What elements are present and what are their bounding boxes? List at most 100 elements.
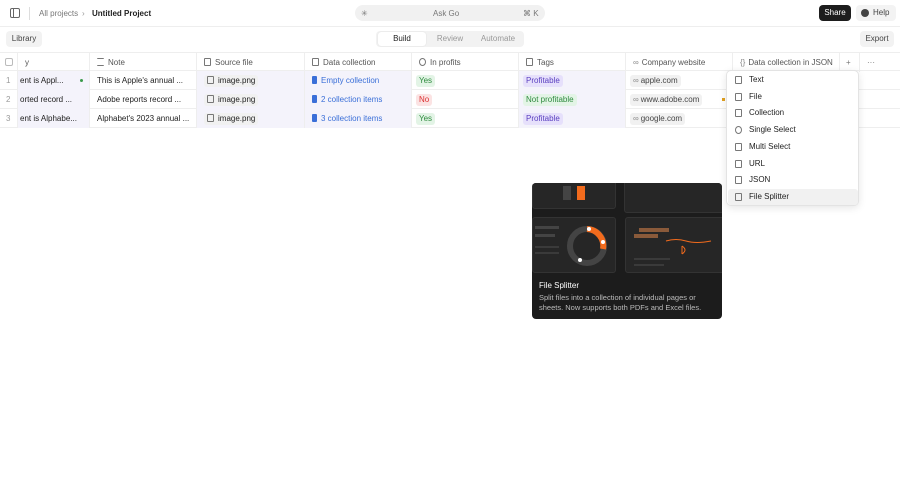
file-name: image.png — [218, 114, 256, 123]
collection-icon — [312, 58, 319, 66]
menu-item-json[interactable]: JSON — [728, 172, 858, 188]
name-cell[interactable]: ent is Appl... — [18, 71, 90, 90]
tags-cell[interactable]: Profitable — [519, 71, 626, 90]
help-label: Help — [873, 8, 890, 17]
header-label: Note — [108, 58, 125, 67]
menu-item-single-select[interactable]: Single Select — [728, 122, 858, 138]
column-header-tags[interactable]: Tags — [519, 53, 626, 72]
json-icon: {} — [740, 58, 746, 67]
menu-item-label: Text — [749, 75, 764, 84]
menu-item-file-splitter[interactable]: File Splitter — [728, 188, 858, 205]
data-collection-cell[interactable]: 3 collection items — [305, 109, 412, 128]
sidebar-toggle-icon[interactable] — [10, 8, 20, 18]
menu-item-multi-select[interactable]: Multi Select — [728, 139, 858, 155]
tag-badge: Profitable — [523, 113, 563, 125]
data-collection-cell[interactable]: Empty collection — [305, 71, 412, 90]
column-header-name[interactable]: y — [18, 53, 90, 72]
collection-icon — [312, 76, 317, 84]
select-all-checkbox[interactable] — [0, 53, 18, 72]
file-splitter-icon — [735, 192, 742, 201]
cell-text: orted record ... — [20, 95, 73, 104]
website-link[interactable]: www.adobe.com — [641, 95, 700, 104]
menu-item-label: Collection — [749, 108, 785, 118]
note-cell[interactable]: Adobe reports record ... — [90, 90, 197, 109]
link-icon: ∞ — [633, 114, 639, 123]
library-button[interactable]: Library — [6, 31, 42, 47]
mode-tabs: Build Review Automate — [376, 31, 524, 47]
file-name: image.png — [218, 95, 256, 104]
profit-badge: Yes — [416, 75, 436, 87]
note-cell[interactable]: Alphabet's 2023 annual ... — [90, 109, 197, 128]
company-website-cell[interactable]: ∞ www.adobe.com — [626, 90, 733, 109]
help-icon — [861, 9, 869, 17]
source-file-cell[interactable]: image.png — [197, 90, 305, 109]
collection-icon — [312, 114, 317, 122]
more-options-icon[interactable]: ··· — [860, 53, 900, 72]
column-header-in-profits[interactable]: In profits — [412, 53, 519, 72]
header-label: In profits — [430, 58, 461, 67]
preview-illustration — [532, 183, 616, 209]
column-header-source-file[interactable]: Source file — [197, 53, 305, 72]
tag-badge: Not profitable — [523, 94, 577, 106]
file-icon — [207, 114, 214, 122]
file-icon — [735, 92, 742, 101]
menu-item-label: Multi Select — [749, 141, 791, 151]
website-link[interactable]: apple.com — [641, 76, 678, 85]
text-icon — [735, 76, 742, 84]
menu-item-label: JSON — [749, 175, 771, 185]
menu-item-collection[interactable]: Collection — [728, 105, 858, 121]
json-icon — [735, 176, 742, 185]
donut-illustration — [532, 217, 616, 273]
in-profits-cell[interactable]: Yes — [412, 71, 519, 90]
source-file-cell[interactable]: image.png — [197, 109, 305, 128]
column-header-note[interactable]: Note — [90, 53, 197, 72]
tags-cell[interactable]: Profitable — [519, 109, 626, 128]
menu-item-text[interactable]: Text — [728, 72, 858, 88]
top-bar: All projects › Untitled Project ✳ Ask Go… — [0, 0, 900, 27]
tooltip-description: Split files into a collection of individ… — [539, 293, 702, 312]
file-splitter-preview-tooltip: File Splitter Split files into a collect… — [532, 183, 722, 319]
sparkle-icon: ✳ — [361, 9, 368, 18]
company-website-cell[interactable]: ∞ apple.com — [626, 71, 733, 90]
breadcrumb-all-projects[interactable]: All projects — [39, 9, 78, 18]
column-header-data-collection[interactable]: Data collection — [305, 53, 412, 72]
company-website-cell[interactable]: ∞ google.com — [626, 109, 733, 128]
data-collection-cell[interactable]: 2 collection items — [305, 90, 412, 109]
shortcut-hint: ⌘ K — [523, 9, 539, 18]
website-link[interactable]: google.com — [641, 114, 682, 123]
collection-link[interactable]: 2 collection items — [321, 95, 382, 104]
tooltip-title: File Splitter — [539, 281, 580, 290]
profit-badge: Yes — [416, 113, 436, 125]
file-icon — [204, 58, 211, 66]
menu-item-file[interactable]: File — [728, 89, 858, 105]
in-profits-cell[interactable]: No — [412, 90, 519, 109]
tab-review[interactable]: Review — [426, 31, 474, 47]
tab-automate[interactable]: Automate — [474, 31, 522, 47]
export-button[interactable]: Export — [860, 31, 894, 47]
source-file-cell[interactable]: image.png — [197, 71, 305, 90]
header-label: Company website — [641, 58, 706, 67]
tags-cell[interactable]: Not profitable — [519, 90, 626, 109]
note-cell[interactable]: This is Apple's annual ... — [90, 71, 197, 90]
collection-link[interactable]: 3 collection items — [321, 114, 382, 123]
preview-illustration — [624, 183, 722, 213]
help-button[interactable]: Help — [856, 5, 896, 21]
row-number: 1 — [0, 71, 18, 90]
share-button[interactable]: Share — [819, 5, 851, 21]
tab-build[interactable]: Build — [378, 32, 426, 46]
collection-link[interactable]: Empty collection — [321, 76, 379, 85]
menu-item-url[interactable]: URL — [728, 156, 858, 172]
header-label: Data collection in JSON — [748, 58, 833, 67]
column-header-company-website[interactable]: ∞ Company website — [626, 53, 733, 72]
name-cell[interactable]: ent is Alphabe... — [18, 109, 90, 128]
column-type-menu: Text File Collection Single Select Multi Sel… — [726, 70, 859, 206]
ask-label: Ask Go — [433, 9, 460, 18]
file-icon — [207, 95, 214, 103]
row-number: 2 — [0, 90, 18, 109]
ask-go-search[interactable]: ✳ Ask Go ⌘ K — [355, 5, 545, 21]
breadcrumb-current: Untitled Project — [92, 9, 152, 18]
link-icon: ∞ — [633, 58, 639, 67]
name-cell[interactable]: orted record ... — [18, 90, 90, 109]
single-select-icon — [735, 126, 742, 135]
in-profits-cell[interactable]: Yes — [412, 109, 519, 128]
